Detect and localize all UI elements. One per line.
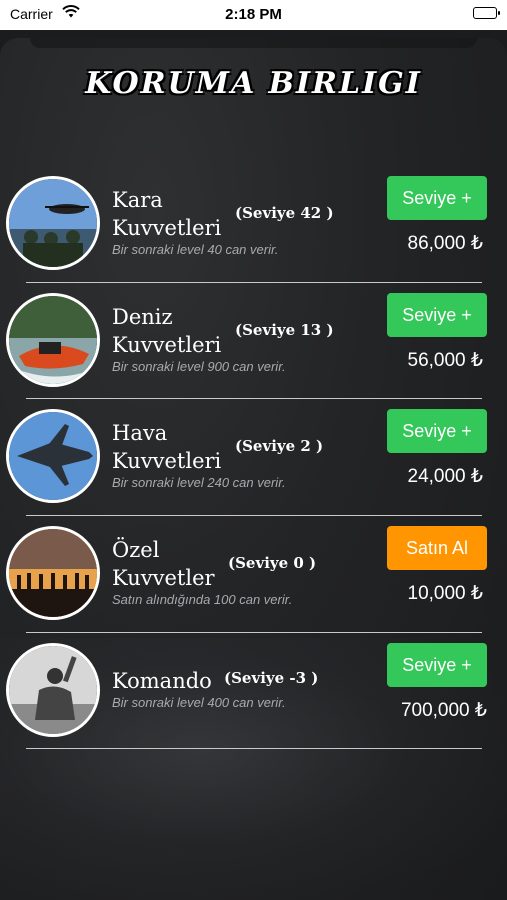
page-title: KORUMA BIRLIGI — [85, 66, 422, 101]
unit-image-hava — [6, 409, 100, 503]
unit-level: (Seviye 2 ) — [235, 437, 324, 455]
unit-name-line1: Deniz — [112, 305, 173, 329]
unit-name: Hava Kuvvetleri — [112, 419, 242, 475]
unit-image-ozel — [6, 526, 100, 620]
unit-description: Satın alındığında 100 can verir. — [112, 592, 293, 607]
unit-name: Kara Kuvvetleri — [112, 186, 242, 242]
unit-description: Bir sonraki level 400 can verir. — [112, 695, 286, 710]
level-up-button[interactable]: Seviye + — [387, 176, 487, 220]
level-up-button[interactable]: Seviye + — [387, 409, 487, 453]
unit-name-line2: Kuvvetler — [112, 566, 215, 590]
divider — [26, 632, 482, 633]
divider — [26, 748, 482, 749]
unit-row-komando: Komando (Seviye -3 ) Bir sonraki level 4… — [0, 643, 507, 760]
buy-button[interactable]: Satın Al — [387, 526, 487, 570]
unit-name: Komando — [112, 667, 242, 695]
unit-price: 86,000 ₺ — [407, 233, 483, 254]
unit-image-deniz — [6, 293, 100, 387]
unit-row-hava: Hava Kuvvetleri (Seviye 2 ) Bir sonraki … — [0, 409, 507, 526]
unit-description: Bir sonraki level 240 can verir. — [112, 475, 286, 490]
unit-level: (Seviye -3 ) — [224, 669, 319, 687]
clock: 2:18 PM — [225, 6, 282, 23]
unit-price: 56,000 ₺ — [407, 350, 483, 371]
unit-price: 24,000 ₺ — [407, 466, 483, 487]
unit-name-line2: Kuvvetleri — [112, 333, 222, 357]
unit-level: (Seviye 42 ) — [235, 204, 334, 222]
unit-name-line1: Hava — [112, 421, 168, 445]
battery-icon — [473, 7, 500, 19]
unit-description: Bir sonraki level 40 can verir. — [112, 242, 279, 257]
unit-image-kara — [6, 176, 100, 270]
unit-name: Özel Kuvvetler — [112, 536, 242, 592]
unit-name-line1: Özel — [112, 538, 160, 562]
unit-name: Deniz Kuvvetleri — [112, 303, 242, 359]
unit-level: (Seviye 0 ) — [228, 554, 317, 572]
status-bar: Carrier 2:18 PM — [0, 0, 507, 30]
unit-row-deniz: Deniz Kuvvetleri (Seviye 13 ) Bir sonrak… — [0, 293, 507, 410]
unit-name-line2: Kuvvetleri — [112, 449, 222, 473]
unit-name-line1: Komando — [112, 669, 212, 693]
unit-row-ozel: Özel Kuvvetler (Seviye 0 ) Satın alındığ… — [0, 526, 507, 643]
unit-row-kara: Kara Kuvvetleri (Seviye 42 ) Bir sonraki… — [0, 176, 507, 293]
unit-name-line2: Kuvvetleri — [112, 216, 222, 240]
unit-name-line1: Kara — [112, 188, 163, 212]
divider — [26, 398, 482, 399]
divider — [26, 515, 482, 516]
unit-description: Bir sonraki level 900 can verir. — [112, 359, 286, 374]
unit-level: (Seviye 13 ) — [235, 321, 334, 339]
level-up-button[interactable]: Seviye + — [387, 643, 487, 687]
divider — [26, 282, 482, 283]
level-up-button[interactable]: Seviye + — [387, 293, 487, 337]
unit-price: 700,000 ₺ — [400, 700, 487, 721]
unit-price: 10,000 ₺ — [407, 583, 483, 604]
unit-image-komando — [6, 643, 100, 737]
